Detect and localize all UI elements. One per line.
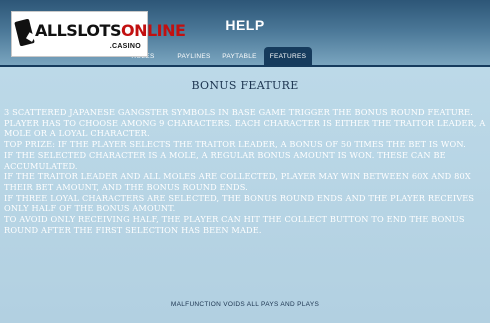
paragraph: PLAYER HAS TO CHOOSE AMONG 9 CHARACTERS.… [4,117,486,139]
tab-paytable[interactable]: PAYTABLE [217,47,262,66]
feature-description: 3 SCATTERED JAPANESE GANGSTER SYMBOLS IN… [4,107,488,235]
paragraph: 3 SCATTERED JAPANESE GANGSTER SYMBOLS IN… [4,107,473,117]
disclaimer-footer: MALFUNCTION VOIDS ALL PAYS AND PLAYS [170,301,320,308]
help-content-panel: BONUS FEATURE 3 SCATTERED JAPANESE GANGS… [0,67,490,323]
paragraph: IF THREE LOYAL CHARACTERS ARE SELECTED, … [4,192,475,214]
paragraph: IF THE TRAITOR LEADER AND ALL MOLES ARE … [4,171,471,192]
paragraph: TOP PRIZE: IF THE PLAYER SELECTS THE TRA… [4,139,466,150]
section-heading: BONUS FEATURE [191,79,299,92]
tab-features[interactable]: FEATURES [264,47,312,66]
logo-suffix: .CASINO [109,43,141,50]
page-title: HELP [225,17,265,33]
tab-paylines[interactable]: PAYLINES [174,47,214,66]
paragraph: TO AVOID ONLY RECEIVING HALF, THE PLAYER… [4,214,465,235]
paragraph: IF THE SELECTED CHARACTER IS A MOLE, A R… [4,149,446,171]
